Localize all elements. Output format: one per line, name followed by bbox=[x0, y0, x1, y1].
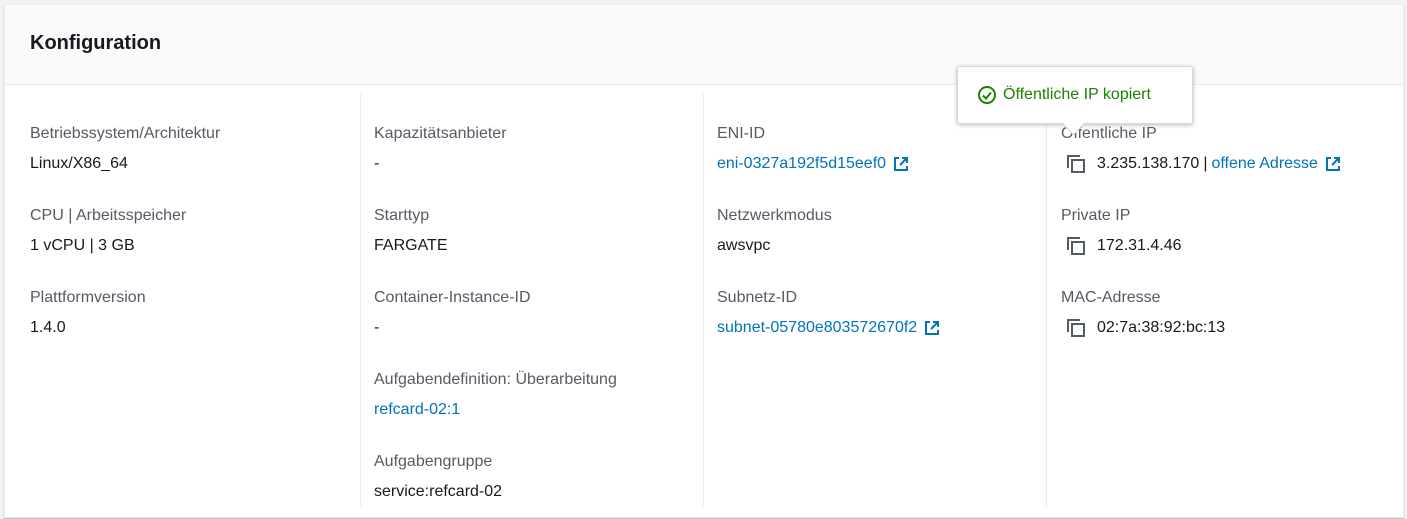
field-label: ENI-ID bbox=[717, 125, 765, 142]
field-value: awsvpc bbox=[717, 237, 771, 254]
field-value: - bbox=[374, 155, 380, 172]
field-label: Öffentliche IP bbox=[1061, 125, 1157, 142]
field-subnet-id: Subnetz-ID subnet-05780e803572670f2 bbox=[717, 273, 1047, 355]
field-label: Betriebssystem/Architektur bbox=[30, 125, 221, 142]
field-value: 1 vCPU | 3 GB bbox=[30, 237, 135, 254]
field-label: Aufgabendefinition: Überarbeitung bbox=[374, 371, 617, 388]
field-task-definition: Aufgabendefinition: Überarbeitung refcar… bbox=[374, 355, 704, 437]
field-value: 02:7a:38:92:bc:13 bbox=[1061, 319, 1401, 337]
field-value: subnet-05780e803572670f2 bbox=[717, 319, 1047, 337]
mac-address-value: 02:7a:38:92:bc:13 bbox=[1097, 319, 1226, 336]
field-label: Private IP bbox=[1061, 207, 1131, 224]
field-network-mode: Netzwerkmodus awsvpc bbox=[717, 191, 1047, 273]
column-3: ENI-ID eni-0327a192f5d15eef0 Netzwerkmod… bbox=[703, 93, 1047, 507]
field-os-architecture: Betriebssystem/Architektur Linux/X86_64 bbox=[30, 109, 361, 191]
field-value: service:refcard-02 bbox=[374, 483, 503, 500]
field-value: refcard-02:1 bbox=[374, 401, 704, 419]
copy-icon[interactable] bbox=[1065, 153, 1087, 175]
field-cpu-memory: CPU | Arbeitsspeicher 1 vCPU | 3 GB bbox=[30, 191, 361, 273]
field-value: 3.235.138.170 | offene Adresse bbox=[1061, 155, 1401, 173]
field-value: 1.4.0 bbox=[30, 319, 66, 336]
field-platform-version: Plattformversion 1.4.0 bbox=[30, 273, 361, 355]
field-label: CPU | Arbeitsspeicher bbox=[30, 207, 187, 224]
field-value: 172.31.4.46 bbox=[1061, 237, 1401, 255]
copy-icon[interactable] bbox=[1065, 317, 1087, 339]
field-capacity-provider: Kapazitätsanbieter - bbox=[374, 109, 704, 191]
field-label: Subnetz-ID bbox=[717, 289, 798, 306]
field-label: Kapazitätsanbieter bbox=[374, 125, 507, 142]
field-label: MAC-Adresse bbox=[1061, 289, 1161, 306]
copy-icon[interactable] bbox=[1065, 235, 1087, 257]
column-2: Kapazitätsanbieter - Starttyp FARGATE Co… bbox=[360, 93, 704, 507]
column-4: Öffentliche IP 3.235.138.170 | offene Ad… bbox=[1046, 93, 1401, 507]
external-link-icon[interactable] bbox=[923, 319, 941, 337]
eni-id-link[interactable]: eni-0327a192f5d15eef0 bbox=[717, 155, 886, 173]
field-label: Plattformversion bbox=[30, 289, 146, 306]
external-link-icon[interactable] bbox=[892, 155, 910, 173]
external-link-icon[interactable] bbox=[1324, 155, 1342, 173]
field-value: Linux/X86_64 bbox=[30, 155, 128, 172]
subnet-id-link[interactable]: subnet-05780e803572670f2 bbox=[717, 319, 917, 337]
public-ip-value: 3.235.138.170 bbox=[1097, 155, 1200, 172]
open-address-link[interactable]: offene Adresse bbox=[1211, 155, 1317, 173]
task-definition-link[interactable]: refcard-02:1 bbox=[374, 401, 460, 419]
field-value: FARGATE bbox=[374, 237, 448, 254]
column-1: Betriebssystem/Architektur Linux/X86_64 … bbox=[5, 93, 361, 507]
field-label: Starttyp bbox=[374, 207, 430, 224]
field-task-group: Aufgabengruppe service:refcard-02 bbox=[374, 437, 704, 519]
field-launch-type: Starttyp FARGATE bbox=[374, 191, 704, 273]
details-grid: Betriebssystem/Architektur Linux/X86_64 … bbox=[5, 93, 1403, 517]
field-mac-address: MAC-Adresse 02:7a:38:92:bc:13 bbox=[1061, 273, 1401, 355]
panel-title: Konfiguration bbox=[30, 32, 162, 54]
panel-header: Konfiguration bbox=[5, 5, 1403, 85]
check-circle-icon bbox=[978, 86, 996, 104]
field-label: Netzwerkmodus bbox=[717, 207, 832, 224]
tooltip-text: Öffentliche IP kopiert bbox=[1003, 86, 1151, 103]
configuration-panel: Konfiguration Betriebssystem/Architektur… bbox=[4, 4, 1404, 518]
field-private-ip: Private IP 172.31.4.46 bbox=[1061, 191, 1401, 273]
copied-tooltip: Öffentliche IP kopiert bbox=[957, 66, 1193, 136]
field-value: - bbox=[374, 319, 380, 336]
field-label: Container-Instance-ID bbox=[374, 289, 531, 306]
separator: | bbox=[1203, 155, 1208, 172]
field-value: eni-0327a192f5d15eef0 bbox=[717, 155, 1047, 173]
field-label: Aufgabengruppe bbox=[374, 453, 493, 470]
field-container-instance-id: Container-Instance-ID - bbox=[374, 273, 704, 355]
private-ip-value: 172.31.4.46 bbox=[1097, 237, 1182, 254]
